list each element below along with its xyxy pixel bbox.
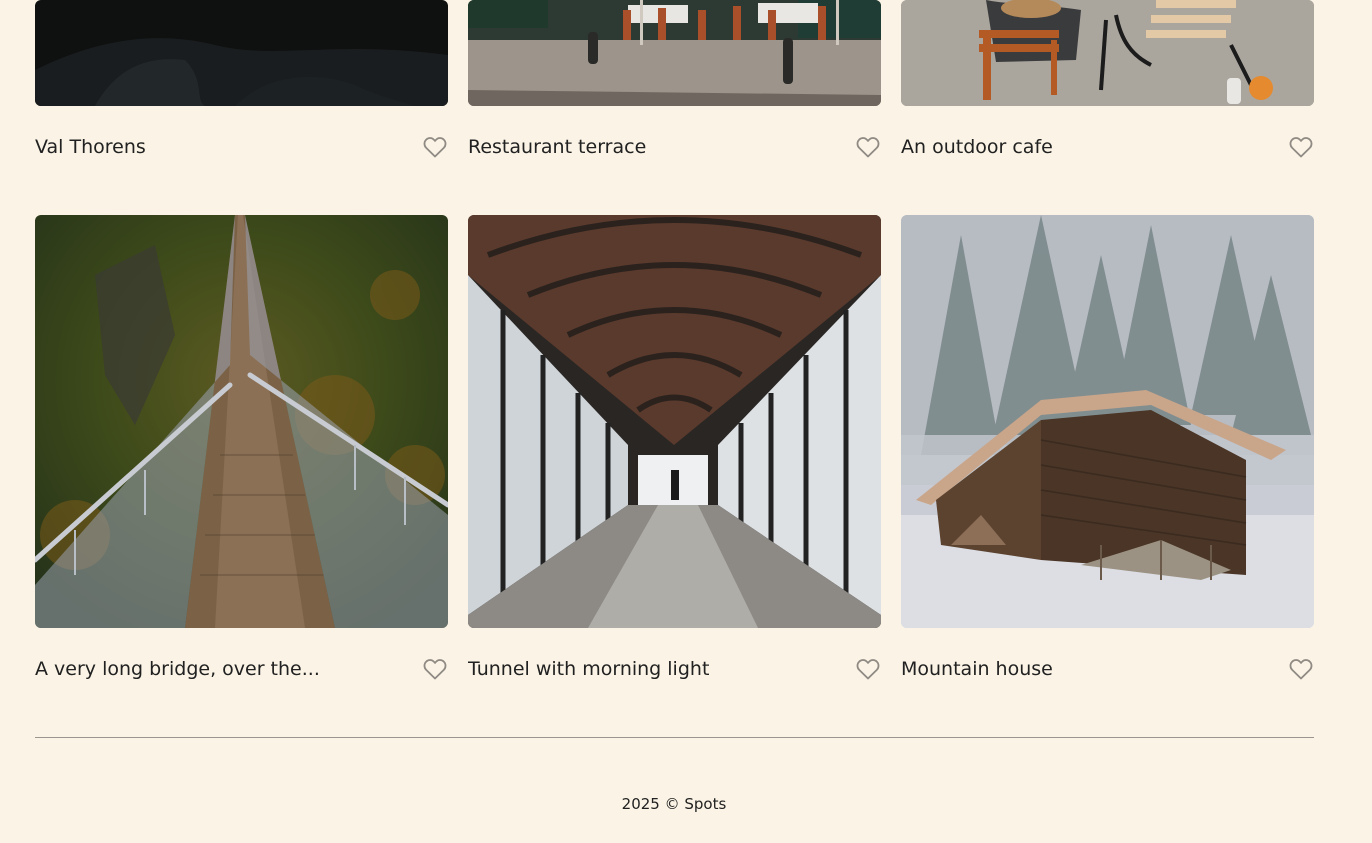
heart-icon[interactable] xyxy=(422,135,448,159)
card-title: Val Thorens xyxy=(35,136,146,158)
card-title: Mountain house xyxy=(901,658,1053,680)
card-footer: Tunnel with morning light xyxy=(468,654,881,684)
card-image-restaurant-terrace[interactable] xyxy=(468,0,881,106)
card-title: Restaurant terrace xyxy=(468,136,647,158)
heart-icon[interactable] xyxy=(1288,657,1314,681)
card-title: An outdoor cafe xyxy=(901,136,1053,158)
card-title: Tunnel with morning light xyxy=(468,658,710,680)
card-footer: Val Thorens xyxy=(35,132,448,162)
card-footer: An outdoor cafe xyxy=(901,132,1314,162)
card-footer: Mountain house xyxy=(901,654,1314,684)
page: Val Thorens Restaurant terrace An outdoo… xyxy=(0,0,1372,843)
heart-icon[interactable] xyxy=(855,657,881,681)
heart-icon[interactable] xyxy=(1288,135,1314,159)
card-footer: A very long bridge, over the... xyxy=(35,654,448,684)
card-image-outdoor-cafe[interactable] xyxy=(901,0,1314,106)
heart-icon[interactable] xyxy=(855,135,881,159)
card-image-suspension-bridge[interactable] xyxy=(35,215,448,628)
card-image-glass-tunnel[interactable] xyxy=(468,215,881,628)
footer-copyright: 2025 © Spots xyxy=(621,795,727,813)
card-footer: Restaurant terrace xyxy=(468,132,881,162)
heart-icon[interactable] xyxy=(422,657,448,681)
card-image-val-thorens[interactable] xyxy=(35,0,448,106)
footer-divider xyxy=(35,737,1314,738)
card-title: A very long bridge, over the... xyxy=(35,658,320,680)
card-image-snowy-cabin[interactable] xyxy=(901,215,1314,628)
